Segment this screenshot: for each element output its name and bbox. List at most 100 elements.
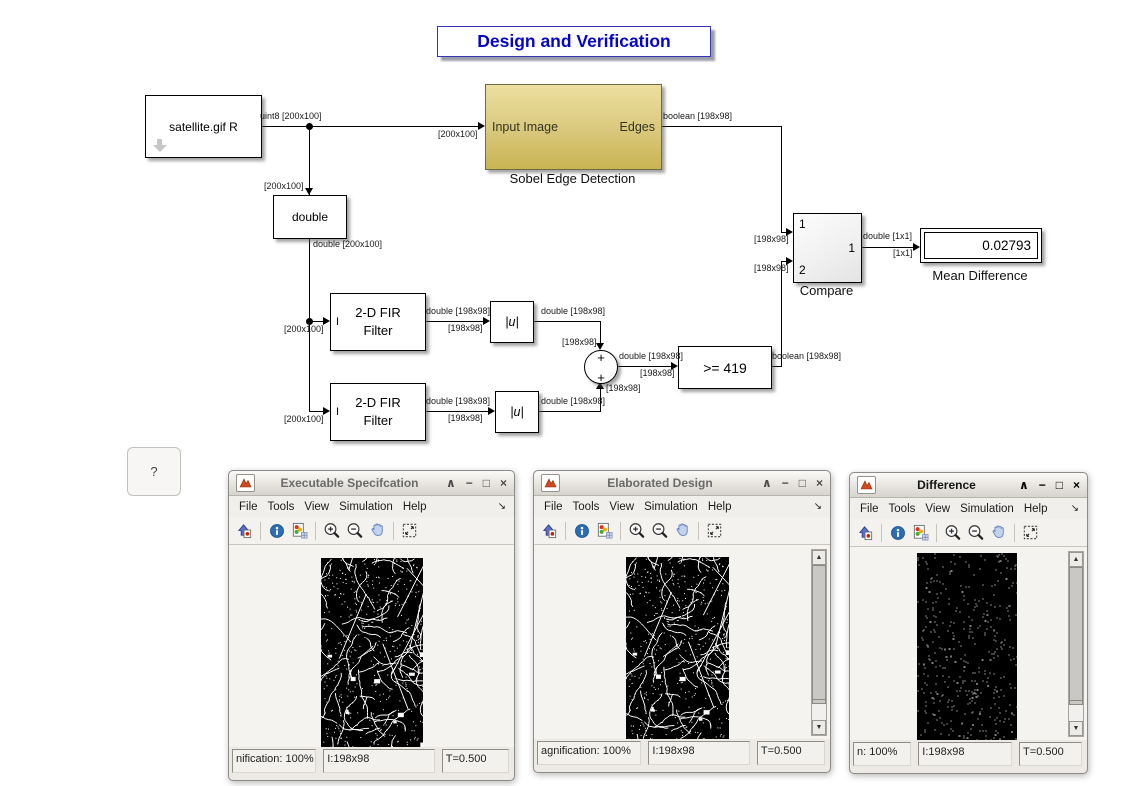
export-image-icon[interactable] [854,521,877,544]
dock-arrow-icon[interactable]: ↘ [814,501,825,512]
pixel-info-icon[interactable] [886,521,909,544]
sum-block[interactable]: + + [584,350,618,384]
wire[interactable] [424,411,489,412]
close-button[interactable]: × [1073,478,1080,492]
colormap-icon[interactable] [288,519,311,542]
wire[interactable] [537,411,601,412]
viewer-image[interactable] [917,553,1017,740]
pixel-info-icon[interactable] [570,519,593,542]
menu-view[interactable]: View [299,501,334,513]
pan-icon[interactable] [671,519,694,542]
scroll-up-icon[interactable]: ▲ [812,550,826,565]
compare-block[interactable]: 1 2 1 [793,213,862,283]
wire[interactable] [424,321,484,322]
wire[interactable] [660,126,782,127]
export-image-icon[interactable] [538,519,561,542]
menu-file[interactable]: File [234,501,263,513]
zoom-in-icon[interactable] [625,519,648,542]
signal-label: [198x98] [754,263,789,273]
scrollbar-thumb[interactable] [812,565,826,704]
abs-2-block[interactable]: |u| [495,391,539,433]
colormap-icon[interactable] [909,521,932,544]
scroll-down-icon[interactable]: ▼ [1069,721,1083,736]
fir1-label-line1: 2-D FIR [355,305,401,320]
vertical-scrollbar[interactable]: ▲ ▼ [811,549,827,736]
fir-filter-2-block[interactable]: I 2-D FIR Filter [330,383,426,441]
colormap-icon[interactable] [593,519,616,542]
menu-help[interactable]: Help [398,501,432,513]
menu-file[interactable]: File [855,503,884,515]
vertical-scrollbar[interactable]: ▲ ▼ [1068,551,1084,737]
scrollbar-thumb[interactable] [1069,567,1083,705]
scroll-up-icon[interactable]: ▲ [1069,552,1083,567]
collapse-button[interactable]: ∧ [1019,478,1029,492]
display-block[interactable]: 0.02793 [920,228,1042,263]
menu-view[interactable]: View [604,501,639,513]
viewer-titlebar[interactable]: Elaborated Design ∧ − □ × [534,471,830,496]
export-image-icon[interactable] [233,519,256,542]
zoom-out-icon[interactable] [648,519,671,542]
fir-filter-1-block[interactable]: I 2-D FIR Filter [330,293,426,351]
dock-arrow-icon[interactable]: ↘ [498,501,509,512]
sum-plus-top: + [597,350,605,365]
menu-simulation[interactable]: Simulation [639,501,703,513]
wire[interactable] [309,126,310,195]
menu-tools[interactable]: Tools [884,503,921,515]
viewer-image[interactable] [626,557,729,739]
minimize-button[interactable]: − [782,476,789,490]
zoom-in-icon[interactable] [320,519,343,542]
maximize-button[interactable]: □ [1056,478,1063,492]
zoom-in-icon[interactable] [941,521,964,544]
menu-help[interactable]: Help [703,501,737,513]
viewer-titlebar[interactable]: Difference ∧ − □ × [850,473,1087,498]
pan-icon[interactable] [987,521,1010,544]
wire[interactable] [309,411,324,412]
viewer-window-elaborated-design[interactable]: Elaborated Design ∧ − □ × File Tools Vie… [533,470,831,773]
source-image-block[interactable]: satellite.gif R [145,95,262,158]
minimize-button[interactable]: − [1039,478,1046,492]
wire[interactable] [532,321,601,322]
menu-simulation[interactable]: Simulation [955,503,1019,515]
viewer-window-difference[interactable]: Difference ∧ − □ × File Tools View Simul… [849,472,1088,774]
wire[interactable] [600,321,601,345]
wire[interactable] [616,366,673,367]
abs-1-block[interactable]: |u| [490,301,534,343]
maximize-button[interactable]: □ [483,476,490,490]
close-button[interactable]: × [816,476,823,490]
pixel-info-icon[interactable] [265,519,288,542]
time-field: T=0.500 [757,741,825,765]
fit-to-window-icon[interactable] [398,519,421,542]
collapse-button[interactable]: ∧ [762,476,772,490]
pan-icon[interactable] [366,519,389,542]
minimize-button[interactable]: − [466,476,473,490]
viewer-titlebar[interactable]: Executable Specifcation ∧ − □ × [229,471,514,496]
close-button[interactable]: × [500,476,507,490]
viewer-statusbar: agnification: 100% I:198x98 T=0.500 [534,739,830,765]
zoom-out-icon[interactable] [343,519,366,542]
menu-tools[interactable]: Tools [263,501,300,513]
fit-to-window-icon[interactable] [703,519,726,542]
help-block[interactable]: ? [127,447,181,496]
image-size-field: I:198x98 [648,741,750,765]
viewer-statusbar: nification: 100% I:198x98 T=0.500 [229,747,514,773]
menu-view[interactable]: View [920,503,955,515]
maximize-button[interactable]: □ [799,476,806,490]
fir1-label-line2: Filter [364,323,393,338]
scroll-down-icon[interactable]: ▼ [812,720,826,735]
viewer-image[interactable] [321,558,423,747]
viewer-menubar: File Tools View Simulation Help ↘ [229,496,514,517]
dock-arrow-icon[interactable]: ↘ [1071,503,1082,514]
collapse-button[interactable]: ∧ [446,476,456,490]
menu-help[interactable]: Help [1019,503,1053,515]
data-type-conversion-block[interactable]: double [273,195,347,239]
menu-tools[interactable]: Tools [568,501,605,513]
threshold-block[interactable]: >= 419 [678,346,772,389]
wire[interactable] [260,126,480,127]
menu-file[interactable]: File [539,501,568,513]
zoom-out-icon[interactable] [964,521,987,544]
wire[interactable] [781,126,782,232]
viewer-window-executable-specification[interactable]: Executable Specifcation ∧ − □ × File Too… [228,470,515,781]
menu-simulation[interactable]: Simulation [334,501,398,513]
sobel-edge-detection-block[interactable]: Input Image Edges [485,84,662,170]
fit-to-window-icon[interactable] [1019,521,1042,544]
